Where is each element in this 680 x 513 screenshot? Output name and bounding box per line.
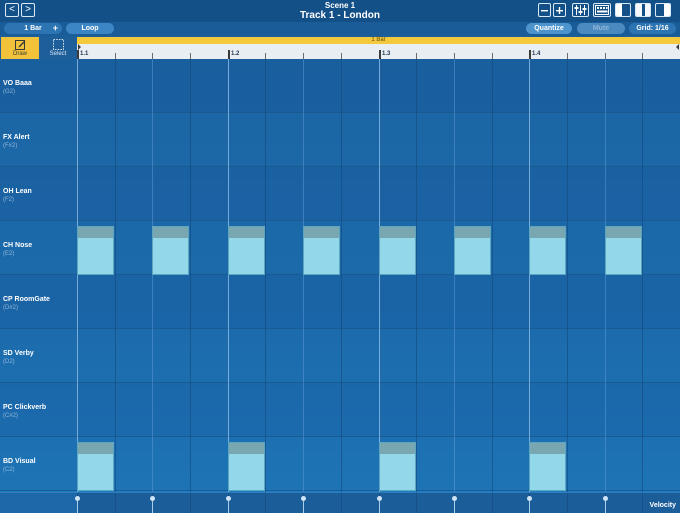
velocity-handle[interactable] (75, 496, 80, 501)
layout-split-icon[interactable] (635, 3, 651, 17)
beat-marker-label: 1.3 (382, 51, 391, 57)
note-lane: OH Lean (F2) (0, 167, 680, 221)
velocity-handle[interactable] (377, 496, 382, 501)
zoom-out-icon[interactable] (538, 3, 551, 17)
note-lane: CH Nose (E2) (0, 221, 680, 275)
velocity-grid-line (492, 493, 493, 513)
note-lane: FX Alert (F#2) (0, 113, 680, 167)
add-length-icon[interactable]: + (53, 23, 58, 34)
drum-pad-pitch: (D#2) (3, 305, 19, 311)
note-lane: SD Verby (D2) (0, 329, 680, 383)
beat-marker-label: 1.4 (532, 51, 541, 57)
velocity-grid-line (115, 493, 116, 513)
velocity-label: Velocity (649, 502, 676, 509)
velocity-handle[interactable] (301, 496, 306, 501)
beat-tick (379, 50, 381, 59)
lane-header[interactable]: SD Verby (D2) (0, 329, 77, 383)
velocity-lane[interactable] (75, 493, 680, 513)
loop-start-handle[interactable] (78, 44, 81, 50)
velocity-grid-line (416, 493, 417, 513)
drum-pad-name: BD Visual (3, 458, 36, 465)
clip-length-label: 1 Bar (24, 25, 42, 32)
clip-length-button[interactable]: 1 Bar + (4, 23, 62, 34)
drum-pad-pitch: (E2) (3, 251, 15, 257)
note-lane: BD Visual (C2) (0, 437, 680, 491)
velocity-grid-line (567, 493, 568, 513)
piano-roll-lanes: VO Baaa (G2) FX Alert (F#2) OH Lean (F2) CH No… (0, 59, 680, 492)
drum-pad-pitch: (F#2) (3, 143, 18, 149)
note-lane: CP RoomGate (D#2) (0, 275, 680, 329)
back-icon[interactable]: < (5, 3, 19, 17)
beat-marker-label: 1.1 (80, 51, 89, 57)
drum-pad-pitch: (G2) (3, 89, 15, 95)
lane-header[interactable]: BD Visual (C2) (0, 437, 77, 491)
drum-pad-name: VO Baaa (3, 80, 32, 87)
drum-pad-name: CH Nose (3, 242, 33, 249)
note-lane: PC Clickverb (C#2) (0, 383, 680, 437)
lane-header[interactable]: PC Clickverb (C#2) (0, 383, 77, 437)
beat-tick (228, 50, 230, 59)
pencil-icon (14, 40, 25, 50)
top-bar: < > Scene 1 Track 1 - London (0, 0, 680, 22)
clip-toolbar: 1 Bar + Loop Quantize Mute Grid: 1/16 (0, 22, 680, 35)
lane-header[interactable]: VO Baaa (G2) (0, 59, 77, 113)
drum-pad-pitch: (D2) (3, 359, 15, 365)
velocity-handle[interactable] (603, 496, 608, 501)
lane-header[interactable]: CP RoomGate (D#2) (0, 275, 77, 329)
velocity-grid-line (341, 493, 342, 513)
drum-pad-pitch: (C2) (3, 467, 15, 473)
drum-pad-pitch: (C#2) (3, 413, 19, 419)
lane-header[interactable]: FX Alert (F#2) (0, 113, 77, 167)
draw-tool[interactable]: Draw (1, 37, 39, 59)
forward-icon[interactable]: > (21, 3, 35, 17)
timeline-ruler[interactable]: 1.1 1.2 1.3 1.4 (77, 44, 680, 59)
velocity-grid-line (642, 493, 643, 513)
quantize-button[interactable]: Quantize (526, 23, 572, 34)
velocity-grid-line (265, 493, 266, 513)
note-lane: VO Baaa (G2) (0, 59, 680, 113)
drum-pad-pitch: (F2) (3, 197, 14, 203)
mute-button[interactable]: Mute (577, 23, 625, 34)
velocity-handle[interactable] (452, 496, 457, 501)
mixer-icon[interactable] (572, 3, 589, 17)
velocity-handle[interactable] (226, 496, 231, 501)
velocity-grid-line (190, 493, 191, 513)
layout-right-icon[interactable] (655, 3, 671, 17)
lane-header[interactable]: OH Lean (F2) (0, 167, 77, 221)
drum-pad-name: FX Alert (3, 134, 30, 141)
layout-switcher (615, 3, 671, 17)
velocity-strip: Velocity (0, 492, 680, 513)
select-tool[interactable]: Select (39, 37, 77, 59)
loop-length-label: 1 Bar (371, 37, 386, 43)
select-box-icon (52, 39, 64, 50)
loop-end-handle[interactable] (676, 44, 679, 50)
keyboard-icon[interactable] (593, 3, 611, 17)
grid-size-button[interactable]: Grid: 1/16 (629, 23, 676, 34)
loop-region-bar[interactable]: 1 Bar (77, 37, 680, 44)
velocity-handle[interactable] (150, 496, 155, 501)
drum-pad-name: OH Lean (3, 188, 32, 195)
draw-tool-label: Draw (12, 51, 27, 57)
layout-left-icon[interactable] (615, 3, 631, 17)
beat-tick (529, 50, 531, 59)
loop-button[interactable]: Loop (66, 23, 114, 34)
beat-marker-label: 1.2 (231, 51, 240, 57)
drum-pad-name: PC Clickverb (3, 404, 47, 411)
velocity-handle[interactable] (527, 496, 532, 501)
select-tool-label: Select (49, 51, 67, 57)
beat-tick (77, 50, 79, 59)
drum-pad-name: SD Verby (3, 350, 34, 357)
drum-pad-name: CP RoomGate (3, 296, 50, 303)
zoom-in-icon[interactable] (553, 3, 566, 17)
lane-header[interactable]: CH Nose (E2) (0, 221, 77, 275)
